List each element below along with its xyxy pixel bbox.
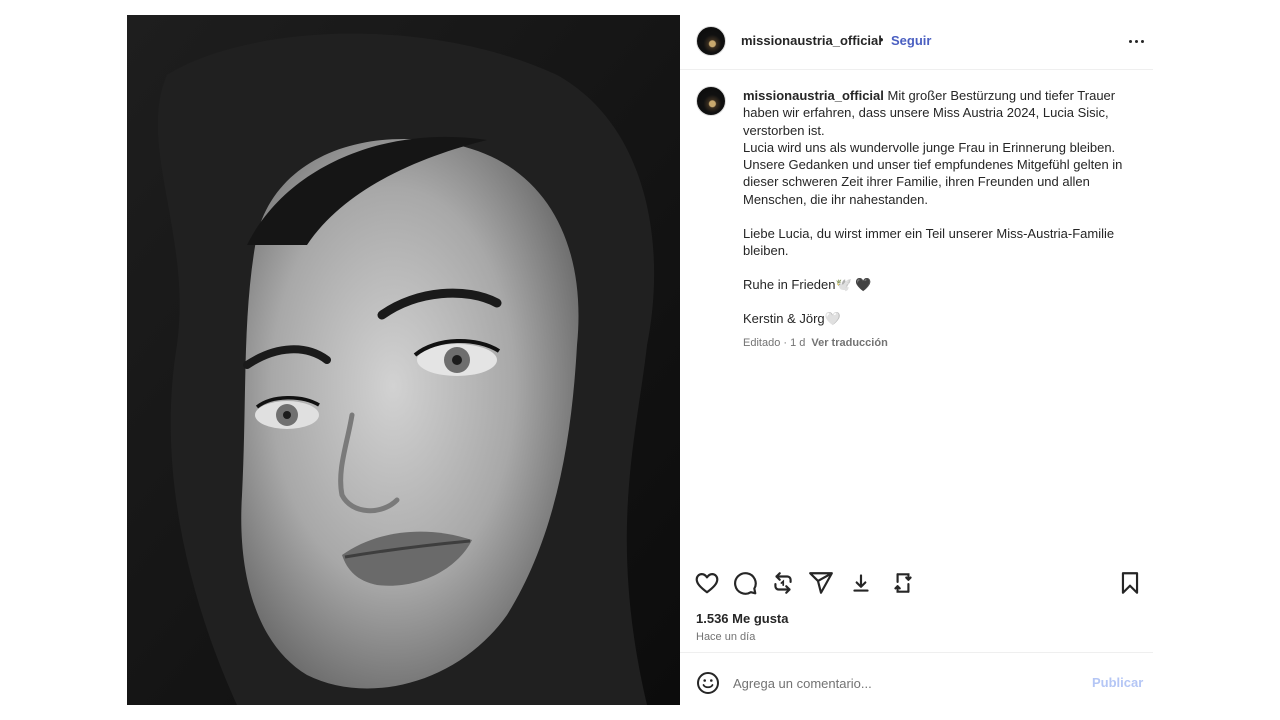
caption-line-2: Lucia wird uns als wundervolle junge Fra… — [743, 139, 1123, 207]
comment-icon[interactable] — [732, 570, 758, 596]
caption-username[interactable]: missionaustria_official — [743, 88, 884, 103]
follow-button[interactable]: Seguir — [891, 33, 931, 48]
action-bar — [680, 567, 1153, 599]
save-to-collection-icon[interactable] — [890, 570, 916, 596]
post-photo[interactable] — [127, 15, 680, 705]
more-horizontal-icon[interactable] — [1126, 29, 1146, 53]
caption-avatar[interactable] — [696, 86, 726, 116]
edited-label: Editado · 1 d — [743, 337, 806, 350]
repost-icon[interactable] — [770, 570, 796, 596]
heart-icon[interactable] — [694, 570, 720, 596]
separator-dot: • — [879, 32, 884, 47]
caption-line-3: Liebe Lucia, du wirst immer ein Teil uns… — [743, 225, 1115, 259]
publish-button[interactable]: Publicar — [1092, 675, 1143, 690]
likes-count[interactable]: 1.536 Me gusta — [696, 611, 789, 626]
translate-link[interactable]: Ver traducción — [811, 337, 887, 349]
bookmark-icon[interactable] — [1117, 570, 1143, 596]
caption-text: missionaustria_official Mit großer Bestü… — [743, 87, 1128, 353]
post-header: missionaustria_official • Seguir — [680, 15, 1153, 70]
avatar[interactable] — [696, 26, 726, 56]
emoji-icon[interactable] — [696, 671, 720, 695]
comment-bar: Publicar — [680, 663, 1153, 703]
portrait-photo — [127, 15, 680, 705]
divider — [680, 652, 1153, 653]
post-details-panel: missionaustria_official • Seguir mission… — [680, 15, 1153, 705]
comment-input[interactable] — [733, 673, 1063, 693]
caption-line-5: Kerstin & Jörg🤍 — [743, 311, 841, 327]
caption-meta: Editado · 1 d Ver traducción — [743, 335, 1128, 352]
caption-line-4: Ruhe in Frieden🕊️ 🖤 — [743, 277, 872, 293]
post-time[interactable]: Hace un día — [696, 631, 755, 643]
header-username[interactable]: missionaustria_official — [741, 33, 882, 48]
share-icon[interactable] — [808, 570, 834, 596]
download-icon[interactable] — [848, 570, 874, 596]
